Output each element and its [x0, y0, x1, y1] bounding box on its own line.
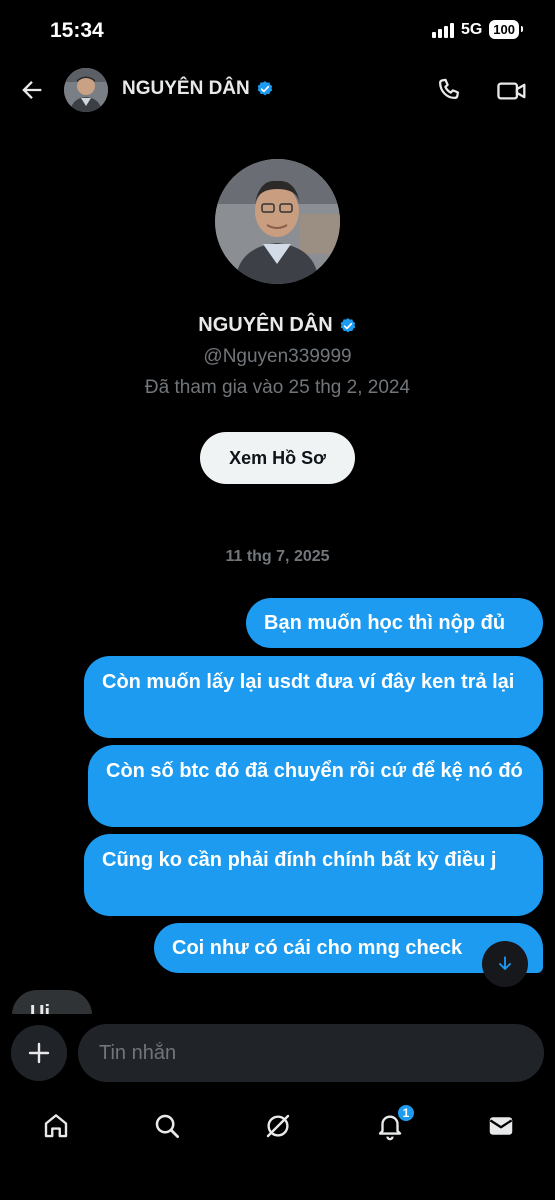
status-bar: 15:34 5G 100 — [0, 0, 555, 60]
grok-icon — [266, 1114, 290, 1138]
message-bubble[interactable]: Còn số btc đó đã chuyển rồi cứ để kệ nó … — [88, 745, 543, 827]
nav-notifications[interactable]: 1 — [362, 1103, 418, 1144]
message-input[interactable] — [78, 1024, 544, 1082]
status-indicators: 5G 100 — [431, 20, 523, 39]
avatar-image — [64, 68, 108, 112]
phone-icon — [439, 78, 459, 100]
messages-icon — [489, 1117, 513, 1135]
profile-name: NGUYÊN DÂN — [198, 314, 333, 336]
avatar[interactable] — [64, 68, 108, 112]
bottom-navigation: 1 — [0, 1094, 555, 1200]
profile-title: NGUYÊN DÂN — [0, 314, 555, 337]
message-bubble[interactable]: Cũng ko cần phải đính chính bất kỳ điều … — [84, 834, 543, 916]
video-call-button[interactable] — [496, 76, 528, 106]
video-camera-icon — [497, 82, 526, 100]
profile-handle: @Nguyen339999 — [203, 346, 352, 367]
add-attachment-button[interactable] — [11, 1025, 67, 1081]
view-profile-button[interactable]: Xem Hồ Sơ — [200, 432, 355, 484]
header-title[interactable]: NGUYÊN DÂN — [122, 78, 274, 100]
profile-photo — [215, 159, 340, 284]
nav-home[interactable] — [28, 1108, 84, 1144]
network-type: 5G — [460, 20, 483, 38]
arrow-down-icon — [499, 956, 511, 970]
battery-icon: 100 — [489, 20, 523, 39]
profile-joined-date: Đã tham gia vào 25 thg 2, 2024 — [144, 377, 411, 398]
profile-avatar[interactable] — [215, 159, 340, 284]
nav-search[interactable] — [139, 1108, 195, 1144]
header-name: NGUYÊN DÂN — [122, 78, 250, 99]
status-time: 15:34 — [50, 19, 104, 42]
plus-icon — [28, 1042, 50, 1064]
nav-grok[interactable] — [250, 1108, 306, 1144]
date-separator: 11 thg 7, 2025 — [225, 548, 330, 565]
verified-badge-icon — [257, 81, 272, 96]
conversation-header: NGUYÊN DÂN — [0, 62, 555, 118]
voice-call-button[interactable] — [434, 76, 464, 106]
notification-badge: 1 — [396, 1103, 416, 1123]
signal-icon — [431, 22, 454, 38]
back-button[interactable] — [18, 76, 46, 104]
message-bubble[interactable]: Còn muốn lấy lại usdt đưa ví đây ken trả… — [84, 656, 543, 738]
search-icon — [155, 1114, 179, 1138]
verified-badge-icon — [340, 317, 355, 332]
message-bubble[interactable]: Bạn muốn học thì nộp đủ — [246, 598, 543, 648]
back-arrow-icon — [22, 81, 42, 99]
scroll-to-bottom-button[interactable] — [482, 941, 528, 987]
home-icon — [44, 1114, 68, 1138]
nav-messages[interactable] — [473, 1108, 529, 1144]
